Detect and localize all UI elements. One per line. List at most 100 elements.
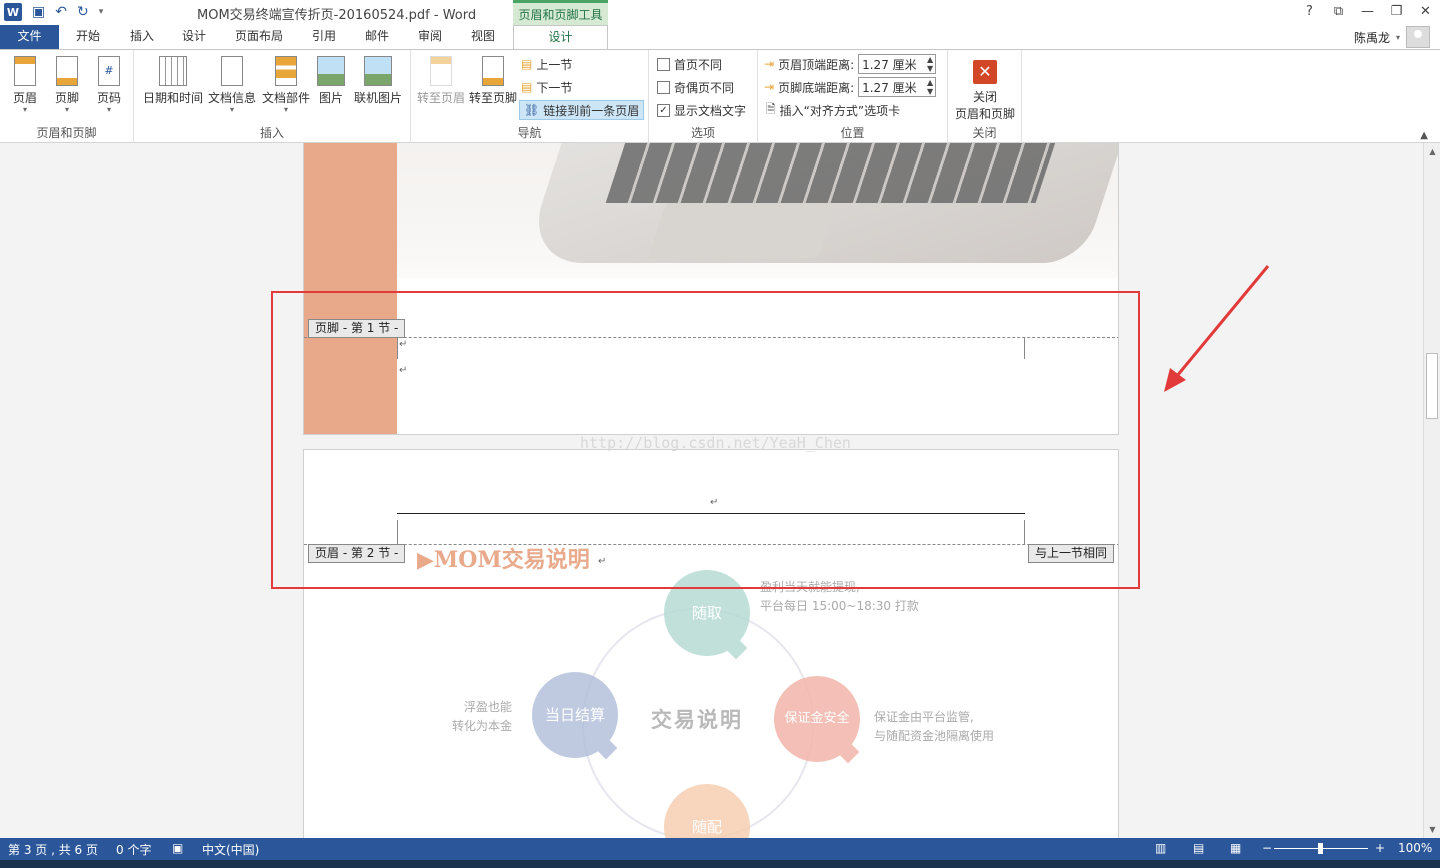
group-navigation: 转至页眉 转至页脚 ▤ 上一节 ▤ 下一节 ⛓ 链接到前一条页眉 导航 bbox=[411, 50, 649, 143]
minimize-button[interactable]: — bbox=[1353, 0, 1382, 25]
close-header-footer-button[interactable]: ✕ 关闭 页眉和页脚 bbox=[950, 60, 1020, 122]
insert-alignment-tab-button[interactable]: 🗎 插入“对齐方式”选项卡 bbox=[766, 100, 900, 120]
tab-mailings[interactable]: 邮件 bbox=[355, 25, 399, 49]
chevron-down-icon: ▾ bbox=[64, 105, 69, 114]
footer-distance-row: ⇥ 页脚底端距离: 1.27 厘米 ▲ ▼ bbox=[764, 77, 937, 97]
zoom-level[interactable]: 100% bbox=[1398, 841, 1432, 855]
collapse-ribbon-icon[interactable]: ▲ bbox=[1420, 130, 1428, 141]
window-controls: ? ⧉ — ❐ ✕ bbox=[1295, 0, 1440, 25]
date-time-button[interactable]: 日期和时间 bbox=[140, 56, 206, 106]
quick-access-toolbar: W ▣ ↶ ↻ ▾ bbox=[4, 2, 103, 22]
read-mode-icon[interactable]: ▥ bbox=[1155, 841, 1166, 855]
laptop-photo bbox=[397, 143, 1118, 278]
chevron-down-icon: ▾ bbox=[229, 105, 234, 114]
previous-section-button[interactable]: ▤ 上一节 bbox=[521, 54, 572, 74]
redo-icon[interactable]: ↻ bbox=[77, 4, 89, 20]
footer-distance-input[interactable]: 1.27 厘米 ▲ ▼ bbox=[858, 77, 937, 97]
goto-footer-button[interactable]: 转至页脚 bbox=[467, 56, 519, 106]
taskbar bbox=[0, 860, 1440, 868]
undo-icon[interactable]: ↶ bbox=[55, 4, 67, 20]
header-distance-row: ⇥ 页眉顶端距离: 1.27 厘米 ▲ ▼ bbox=[764, 54, 937, 74]
zoom-out-button[interactable]: − bbox=[1262, 841, 1272, 855]
group-label: 页眉和页脚 bbox=[36, 126, 97, 140]
footer-icon bbox=[56, 56, 78, 86]
goto-footer-icon bbox=[482, 56, 504, 86]
header-distance-icon: ⇥ bbox=[764, 57, 775, 71]
tab-hf-design[interactable]: 设计 bbox=[513, 25, 608, 50]
page-count[interactable]: 第 3 页 , 共 6 页 bbox=[8, 841, 98, 858]
different-odd-even-checkbox[interactable]: 奇偶页不同 bbox=[657, 77, 734, 97]
online-picture-button[interactable]: 联机图片 bbox=[350, 56, 406, 106]
tab-file[interactable]: 文件 bbox=[0, 25, 59, 49]
ribbon-display-button[interactable]: ⧉ bbox=[1324, 0, 1353, 25]
doc-info-icon bbox=[221, 56, 243, 86]
note-right: 保证金由平台监管, 与随配资金池隔离使用 bbox=[874, 710, 995, 743]
tab-page-layout[interactable]: 页面布局 bbox=[228, 25, 290, 49]
print-layout-icon[interactable]: ▤ bbox=[1193, 841, 1204, 855]
infographic-center-title: 交易说明 bbox=[651, 708, 743, 732]
word-count[interactable]: 0 个字 bbox=[116, 841, 151, 858]
show-document-text-checkbox[interactable]: ✓ 显示文档文字 bbox=[657, 100, 746, 120]
tab-design[interactable]: 设计 bbox=[172, 25, 216, 49]
group-label: 选项 bbox=[690, 126, 715, 140]
goto-header-button[interactable]: 转至页眉 bbox=[415, 56, 467, 106]
zoom-slider-knob[interactable] bbox=[1318, 843, 1323, 854]
tab-view[interactable]: 视图 bbox=[461, 25, 505, 49]
vertical-scrollbar[interactable]: ▲ ▼ bbox=[1423, 143, 1440, 838]
zoom-in-button[interactable]: + bbox=[1375, 841, 1385, 855]
page-number-icon: # bbox=[98, 56, 120, 86]
annotation-red-box bbox=[271, 291, 1140, 589]
document-title: MOM交易终端宣传折页-20160524.pdf - Word bbox=[197, 8, 477, 23]
page-number-button[interactable]: # 页码 ▾ bbox=[92, 56, 126, 114]
chevron-down-icon: ▾ bbox=[1395, 32, 1400, 42]
avatar[interactable] bbox=[1406, 26, 1430, 48]
spin-arrows-icon[interactable]: ▲ ▼ bbox=[927, 55, 933, 73]
doc-info-button[interactable]: 文档信息 ▾ bbox=[206, 56, 258, 114]
save-icon[interactable]: ▣ bbox=[32, 4, 45, 20]
online-picture-icon bbox=[364, 56, 392, 86]
next-section-icon: ▤ bbox=[521, 80, 533, 94]
web-layout-icon[interactable]: ▦ bbox=[1230, 841, 1241, 855]
note-left: 浮盈也能 转化为本金 bbox=[451, 700, 512, 733]
quick-parts-icon bbox=[275, 56, 297, 86]
scroll-down-icon[interactable]: ▼ bbox=[1424, 825, 1440, 834]
checkmark-icon: ✓ bbox=[657, 103, 670, 117]
customize-qat-icon[interactable]: ▾ bbox=[99, 7, 104, 17]
header-distance-input[interactable]: 1.27 厘米 ▲ ▼ bbox=[858, 54, 937, 74]
next-section-button[interactable]: ▤ 下一节 bbox=[521, 77, 572, 97]
word-logo-icon[interactable]: W bbox=[4, 3, 22, 21]
alignment-tab-icon: 🗎 bbox=[766, 101, 776, 116]
link-to-previous-button[interactable]: ⛓ 链接到前一条页眉 bbox=[519, 100, 645, 120]
group-close: ✕ 关闭 页眉和页脚 关闭 bbox=[948, 50, 1022, 143]
link-icon: ⛓ bbox=[524, 103, 540, 117]
annotation-red-arrow-icon bbox=[1164, 265, 1270, 392]
different-first-page-checkbox[interactable]: 首页不同 bbox=[657, 54, 722, 74]
word-window: W ▣ ↶ ↻ ▾ MOM交易终端宣传折页-20160524.pdf - Wor… bbox=[0, 0, 1440, 868]
tab-insert[interactable]: 插入 bbox=[120, 25, 164, 49]
user-account[interactable]: 陈禹龙 ▾ bbox=[1354, 25, 1430, 49]
bubble-margin-safety: 保证金安全 bbox=[774, 676, 860, 764]
help-button[interactable]: ? bbox=[1295, 0, 1324, 25]
tab-references[interactable]: 引用 bbox=[302, 25, 346, 49]
spin-arrows-icon[interactable]: ▲ ▼ bbox=[927, 78, 933, 96]
group-label: 关闭 bbox=[972, 126, 997, 140]
footer-button[interactable]: 页脚 ▾ bbox=[50, 56, 84, 114]
user-name: 陈禹龙 bbox=[1353, 30, 1390, 45]
close-window-button[interactable]: ✕ bbox=[1411, 0, 1440, 25]
chevron-down-icon: ▾ bbox=[106, 105, 111, 114]
restore-button[interactable]: ❐ bbox=[1382, 0, 1411, 25]
bubble-daily-settlement: 当日结算 bbox=[532, 672, 618, 760]
tab-review[interactable]: 审阅 bbox=[408, 25, 452, 49]
picture-button[interactable]: 图片 bbox=[314, 56, 348, 106]
tab-home[interactable]: 开始 bbox=[66, 25, 110, 49]
language[interactable]: 中文(中国) bbox=[202, 841, 259, 858]
proofing-icon[interactable]: ▣ bbox=[172, 841, 183, 855]
quick-parts-button[interactable]: 文档部件 ▾ bbox=[260, 56, 312, 114]
group-label: 插入 bbox=[259, 126, 284, 140]
scroll-up-icon[interactable]: ▲ bbox=[1424, 147, 1440, 156]
group-insert: 日期和时间 文档信息 ▾ 文档部件 ▾ 图片 联机图片 插入 bbox=[134, 50, 411, 143]
scrollbar-thumb[interactable] bbox=[1426, 353, 1438, 419]
header-button[interactable]: 页眉 ▾ bbox=[8, 56, 42, 114]
group-options: 首页不同 奇偶页不同 ✓ 显示文档文字 选项 bbox=[649, 50, 758, 143]
status-bar: 第 3 页 , 共 6 页 0 个字 ▣ 中文(中国) ▥ ▤ ▦ − + 10… bbox=[0, 838, 1440, 860]
